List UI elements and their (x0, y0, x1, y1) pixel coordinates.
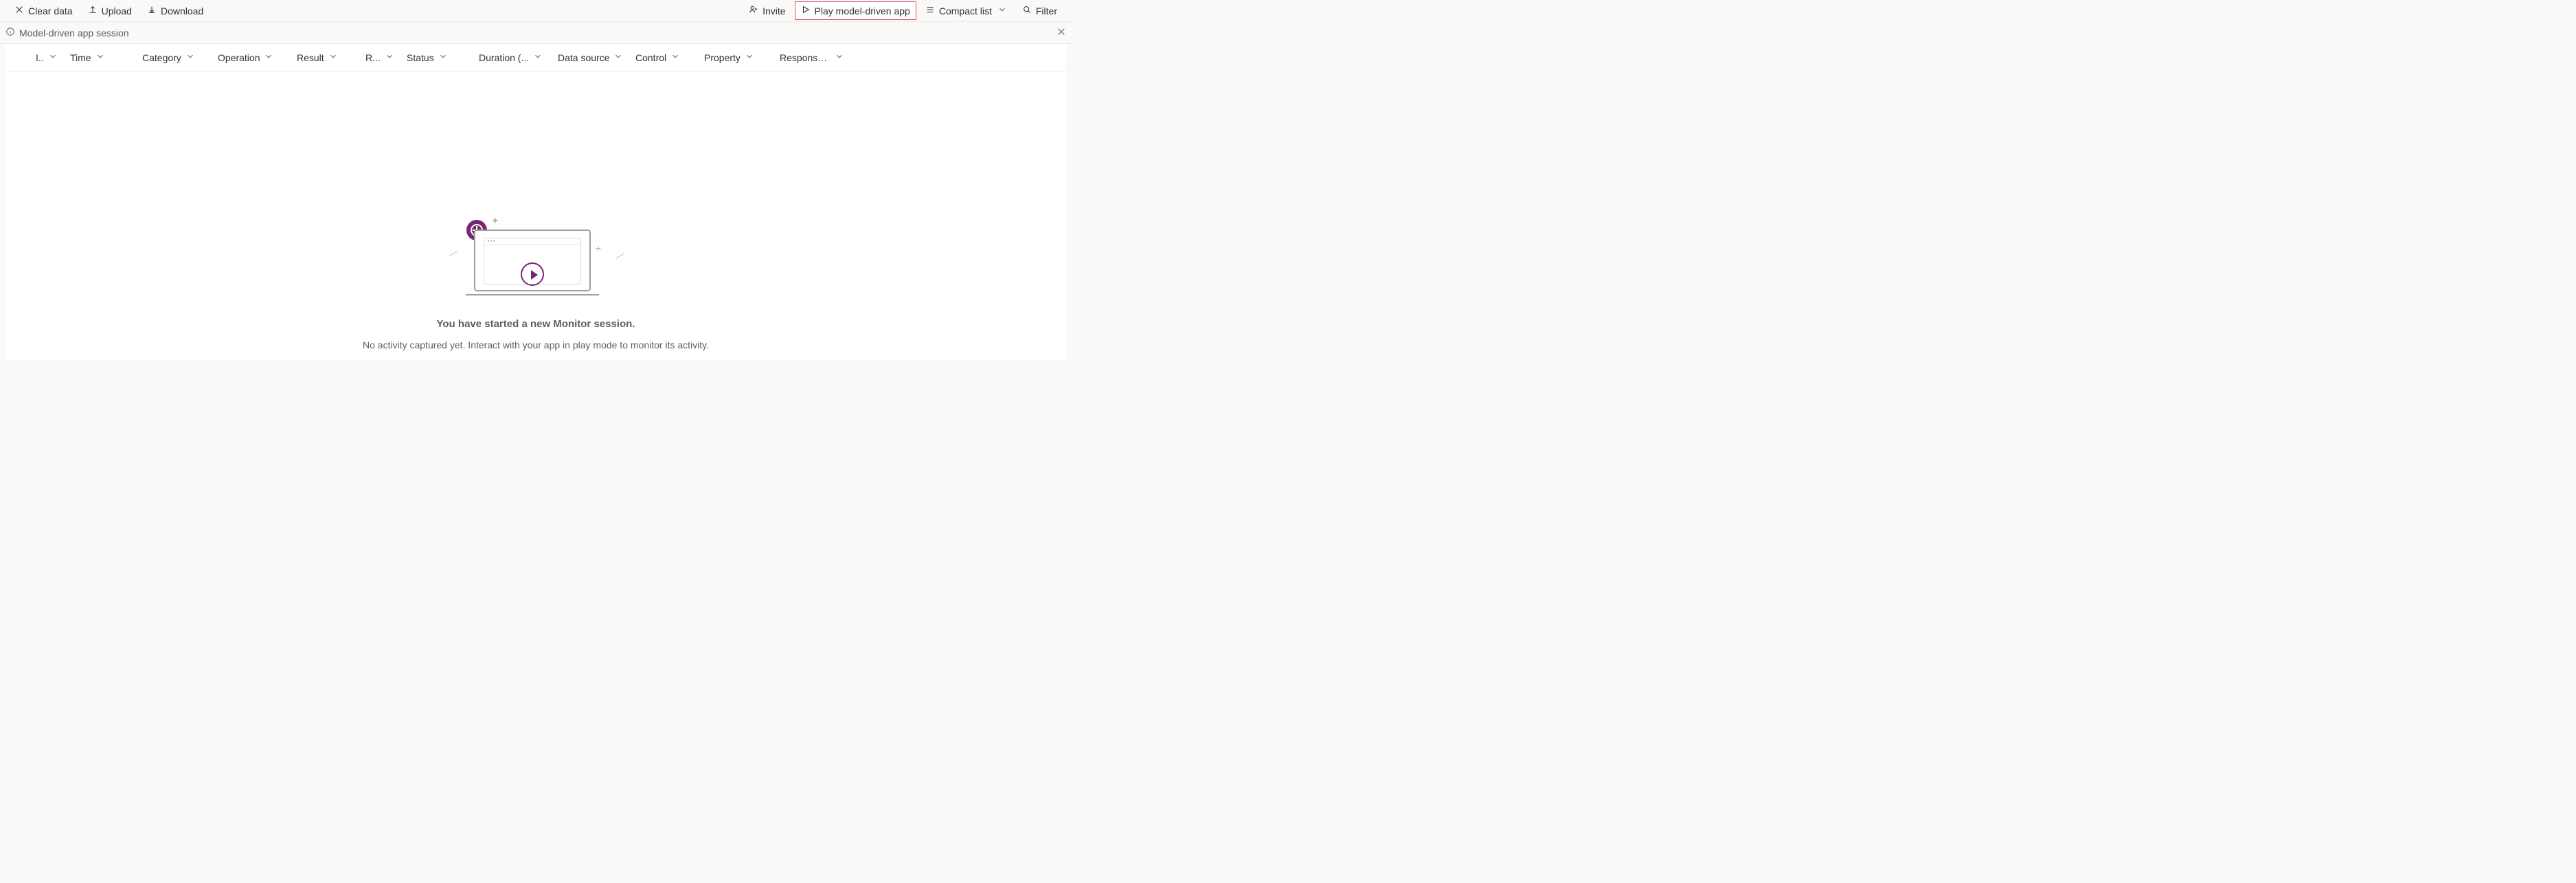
upload-label: Upload (102, 5, 132, 16)
filter-button[interactable]: Filter (1016, 1, 1063, 20)
command-bar-left: Clear data Upload Download (8, 1, 210, 20)
chevron-down-icon (997, 5, 1007, 16)
col-operation-label: Operation (218, 52, 260, 63)
col-category[interactable]: Category (137, 52, 212, 63)
grid-body: ✦ + ⟋ ⟋ You have started a new Monitor s… (5, 71, 1066, 360)
chevron-down-icon (438, 52, 448, 63)
chevron-down-icon (264, 52, 273, 63)
monitor-page: Clear data Upload Download Invite (0, 0, 1072, 360)
chevron-down-icon (95, 52, 105, 63)
grid-header-row: I.. Time Category Operation Result R... (5, 44, 1066, 71)
search-icon (1022, 5, 1032, 16)
col-control-label: Control (635, 52, 666, 63)
col-id-label: I.. (36, 52, 44, 63)
download-button[interactable]: Download (141, 1, 210, 20)
col-result-info-label: R... (365, 52, 381, 63)
empty-heading: You have started a new Monitor session. (5, 318, 1066, 330)
session-info-text: Model-driven app session (19, 27, 129, 38)
col-status-label: Status (407, 52, 434, 63)
play-icon (801, 5, 811, 16)
chevron-down-icon (670, 52, 680, 63)
close-icon (14, 5, 24, 16)
invite-person-icon (749, 5, 758, 16)
chevron-down-icon (185, 52, 195, 63)
clear-data-button[interactable]: Clear data (8, 1, 79, 20)
col-duration[interactable]: Duration (... (473, 52, 552, 63)
download-label: Download (161, 5, 203, 16)
empty-state: ✦ + ⟋ ⟋ You have started a new Monitor s… (5, 71, 1066, 350)
events-grid: I.. Time Category Operation Result R... (5, 44, 1066, 360)
clear-data-label: Clear data (28, 5, 73, 16)
download-icon (147, 5, 157, 16)
chevron-down-icon (328, 52, 338, 63)
empty-subtext: No activity captured yet. Interact with … (5, 339, 1066, 350)
filter-label: Filter (1036, 5, 1057, 16)
chevron-down-icon (613, 52, 623, 63)
chevron-down-icon (533, 52, 543, 63)
col-response[interactable]: Response ... (774, 52, 850, 63)
col-data-source-label: Data source (558, 52, 609, 63)
col-time-label: Time (70, 52, 91, 63)
col-duration-label: Duration (... (479, 52, 529, 63)
close-icon (1057, 27, 1066, 38)
chevron-down-icon (385, 52, 394, 63)
invite-button[interactable]: Invite (743, 1, 791, 20)
col-control[interactable]: Control (630, 52, 699, 63)
view-label: Compact list (939, 5, 992, 16)
upload-icon (88, 5, 98, 16)
play-circle-icon (521, 262, 544, 286)
command-bar: Clear data Upload Download Invite (0, 0, 1072, 22)
session-info-bar: Model-driven app session (0, 22, 1072, 44)
tick-accent-icon: ⟋ (449, 248, 458, 260)
col-id[interactable]: I.. (30, 52, 65, 63)
chevron-down-icon (48, 52, 58, 63)
chevron-down-icon (835, 52, 844, 63)
spark-icon: ✦ (491, 216, 499, 225)
upload-button[interactable]: Upload (82, 1, 138, 20)
col-category-label: Category (142, 52, 181, 63)
list-icon (925, 5, 935, 16)
col-data-source[interactable]: Data source (552, 52, 630, 63)
empty-illustration: ✦ + ⟋ ⟋ (464, 216, 608, 305)
col-response-label: Response ... (780, 52, 831, 63)
plus-accent-icon: + (596, 243, 601, 253)
session-close-button[interactable] (1057, 27, 1066, 39)
col-result-label: Result (297, 52, 324, 63)
invite-label: Invite (762, 5, 785, 16)
col-result[interactable]: Result (291, 52, 360, 63)
chevron-down-icon (745, 52, 754, 63)
col-status[interactable]: Status (401, 52, 473, 63)
command-bar-right: Invite Play model-driven app Compact lis… (743, 1, 1063, 20)
info-icon (5, 27, 15, 38)
col-time[interactable]: Time (65, 52, 137, 63)
tick-accent-icon: ⟋ (615, 251, 624, 262)
col-result-info[interactable]: R... (360, 52, 401, 63)
col-operation[interactable]: Operation (212, 52, 291, 63)
view-switcher[interactable]: Compact list (919, 1, 1013, 20)
col-property-label: Property (704, 52, 741, 63)
laptop-icon (474, 230, 591, 295)
play-app-button[interactable]: Play model-driven app (795, 1, 916, 20)
play-app-label: Play model-driven app (815, 5, 910, 16)
session-info: Model-driven app session (5, 27, 129, 38)
col-property[interactable]: Property (699, 52, 774, 63)
